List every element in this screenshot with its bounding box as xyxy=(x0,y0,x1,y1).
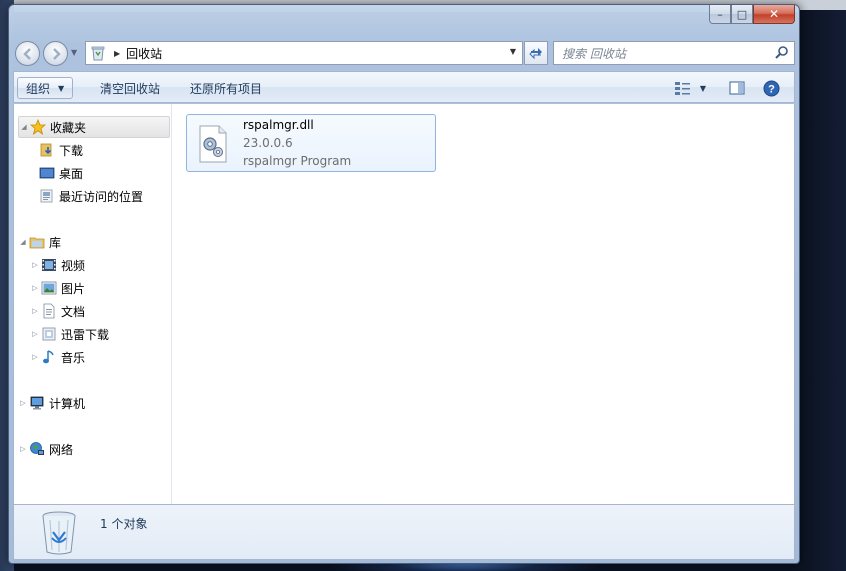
videos-icon xyxy=(40,257,58,273)
item-count: 1 个对象 xyxy=(100,517,148,531)
tree-item-recent-places[interactable]: 最近访问的位置 xyxy=(38,185,143,207)
navigation-pane: ◢ 收藏夹 下载 桌面 最近访问的位置 ◢ 库 ▷ 视频 ▷ 图片 ▷ 文档 ▷… xyxy=(14,104,172,504)
empty-recycle-bin-button[interactable]: 清空回收站 xyxy=(92,77,168,99)
view-dropdown-icon: ▼ xyxy=(699,83,707,93)
dll-gear-icon xyxy=(199,125,227,163)
documents-icon xyxy=(40,303,58,319)
tree-item-downloads[interactable]: 下载 xyxy=(38,139,83,161)
downloads-folder-icon xyxy=(38,142,56,158)
file-list: rspalmgr.dll 23.0.0.6 rspalmgr Program xyxy=(173,104,794,504)
help-icon: ? xyxy=(763,80,779,96)
recent-pages-dropdown-icon[interactable]: ▼ xyxy=(71,48,77,57)
organize-dropdown-icon: ▼ xyxy=(58,83,65,93)
tree-label-network: 网络 xyxy=(49,442,74,457)
forward-arrow-icon xyxy=(52,47,61,60)
tree-label-favorites: 收藏夹 xyxy=(50,120,87,135)
file-description: rspalmgr Program xyxy=(243,154,352,168)
expanded-arrow-icon[interactable]: ◢ xyxy=(19,123,29,131)
recent-places-icon xyxy=(38,188,56,204)
refresh-button[interactable] xyxy=(524,41,548,65)
maximize-button[interactable]: □ xyxy=(731,5,753,24)
content-area: ◢ 收藏夹 下载 桌面 最近访问的位置 ◢ 库 ▷ 视频 ▷ 图片 ▷ 文档 ▷… xyxy=(13,104,795,504)
tree-label-libraries: 库 xyxy=(49,235,62,250)
tree-label-thunder-downloads: 迅雷下载 xyxy=(61,327,110,342)
tree-item-desktop[interactable]: 桌面 xyxy=(38,162,83,184)
help-button[interactable]: ? xyxy=(760,78,782,98)
change-view-button[interactable]: ▼ xyxy=(670,78,710,98)
view-options-icon xyxy=(674,82,690,95)
tree-item-pictures[interactable]: ▷ 图片 xyxy=(30,277,85,299)
collapsed-arrow-icon[interactable]: ▷ xyxy=(30,261,40,269)
preview-pane-button[interactable] xyxy=(726,78,748,98)
music-note-icon xyxy=(40,349,58,365)
organize-label: 组织 xyxy=(26,81,51,96)
desktop-icon xyxy=(38,165,56,181)
refresh-icon xyxy=(529,48,542,60)
window-controls: – □ ✕ xyxy=(709,5,795,25)
details-pane: 1 个对象 xyxy=(13,504,795,560)
star-icon xyxy=(29,119,47,135)
libraries-folder-icon xyxy=(28,234,46,250)
recycle-bin-large-icon xyxy=(42,511,76,555)
collapsed-arrow-icon[interactable]: ▷ xyxy=(30,353,40,361)
desktop-right-edge xyxy=(798,10,846,571)
tree-item-thunder-downloads[interactable]: ▷ 迅雷下载 xyxy=(30,323,109,345)
collapsed-arrow-icon[interactable]: ▷ xyxy=(18,399,28,407)
tree-label-music: 音乐 xyxy=(61,350,86,365)
recycle-bin-small-icon xyxy=(91,46,105,61)
svg-text:?: ? xyxy=(768,83,775,95)
tree-label-documents: 文档 xyxy=(61,304,86,319)
collapsed-arrow-icon[interactable]: ▷ xyxy=(18,445,28,453)
tree-label-recent-places: 最近访问的位置 xyxy=(59,189,144,204)
thunder-downloads-icon xyxy=(40,326,58,342)
preview-pane-icon xyxy=(729,81,745,95)
back-arrow-icon xyxy=(22,47,31,60)
navigation-bar: ▼ ▶ 回收站 ▼ 搜索 回收站 xyxy=(13,39,795,67)
search-icon[interactable] xyxy=(774,45,790,61)
computer-icon xyxy=(28,395,46,411)
tree-label-downloads: 下载 xyxy=(59,143,84,158)
search-box[interactable]: 搜索 回收站 xyxy=(553,41,795,65)
pictures-icon xyxy=(40,280,58,296)
tree-favorites[interactable]: ◢ 收藏夹 xyxy=(18,116,170,138)
explorer-window: – □ ✕ ▼ ▶ 回收站 ▼ 搜索 回收站 组织 ▼ 清空回收站 还原所有项目… xyxy=(8,4,800,564)
tree-computer[interactable]: ▷ 计算机 xyxy=(18,392,85,414)
tree-item-music[interactable]: ▷ 音乐 xyxy=(30,346,85,368)
close-button[interactable]: ✕ xyxy=(753,5,795,24)
collapsed-arrow-icon[interactable]: ▷ xyxy=(30,284,40,292)
collapsed-arrow-icon[interactable]: ▷ xyxy=(30,330,40,338)
collapsed-arrow-icon[interactable]: ▷ xyxy=(30,307,40,315)
tree-network[interactable]: ▷ 网络 xyxy=(18,438,73,460)
tree-label-videos: 视频 xyxy=(61,258,86,273)
restore-all-items-button[interactable]: 还原所有项目 xyxy=(182,77,270,99)
address-bar[interactable]: ▶ 回收站 ▼ xyxy=(85,41,523,65)
command-bar: 组织 ▼ 清空回收站 还原所有项目 ▼ ? xyxy=(13,71,795,103)
expanded-arrow-icon[interactable]: ◢ xyxy=(18,238,28,246)
network-globe-icon xyxy=(28,441,46,457)
breadcrumb-location[interactable]: 回收站 xyxy=(126,45,162,62)
file-name: rspalmgr.dll xyxy=(243,118,314,132)
tree-libraries[interactable]: ◢ 库 xyxy=(18,231,61,253)
file-tile[interactable]: rspalmgr.dll 23.0.0.6 rspalmgr Program xyxy=(186,114,436,172)
tree-label-pictures: 图片 xyxy=(61,281,86,296)
organize-button[interactable]: 组织 ▼ xyxy=(17,77,74,99)
search-input[interactable]: 搜索 回收站 xyxy=(562,45,626,62)
tree-item-documents[interactable]: ▷ 文档 xyxy=(30,300,85,322)
file-version: 23.0.0.6 xyxy=(243,136,293,150)
tree-label-computer: 计算机 xyxy=(49,396,86,411)
tree-label-desktop: 桌面 xyxy=(59,166,84,181)
tree-item-videos[interactable]: ▷ 视频 xyxy=(30,254,85,276)
minimize-button[interactable]: – xyxy=(709,5,731,24)
forward-button[interactable] xyxy=(43,41,68,66)
back-button[interactable] xyxy=(15,41,40,66)
address-history-dropdown-icon[interactable]: ▼ xyxy=(510,47,516,56)
breadcrumb-chevron-icon[interactable]: ▶ xyxy=(114,49,120,58)
